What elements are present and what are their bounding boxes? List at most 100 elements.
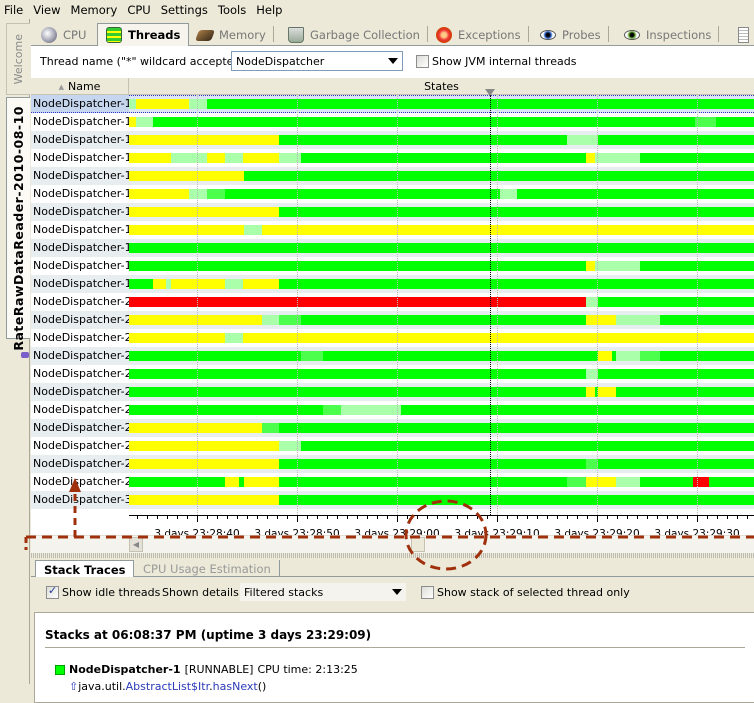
state-segment-waiting [262, 225, 754, 235]
menu-tools[interactable]: Tools [218, 3, 246, 17]
tab-memory[interactable]: Memory [194, 24, 274, 46]
thread-row[interactable]: NodeDispatcher-28 [31, 455, 754, 473]
tab-welcome[interactable]: Welcome [6, 23, 30, 95]
state-segment-io [567, 477, 586, 487]
time-cursor-line[interactable] [490, 95, 491, 527]
thread-row[interactable]: NodeDispatcher-16 [31, 221, 754, 239]
tab-more[interactable] [738, 24, 749, 46]
thread-state-track [129, 315, 754, 325]
thread-name-combo[interactable]: NodeDispatcher [231, 51, 403, 71]
minor-tick [327, 516, 328, 519]
thread-row[interactable]: NodeDispatcher-15 [31, 203, 754, 221]
tab-probes[interactable]: Probes [540, 24, 609, 46]
thread-row[interactable]: NodeDispatcher-21 [31, 329, 754, 347]
thread-row[interactable]: NodeDispatcher-23 [31, 365, 754, 383]
thread-row[interactable]: NodeDispatcher-18 [31, 257, 754, 275]
thread-row[interactable]: NodeDispatcher-20 [31, 311, 754, 329]
tab-session[interactable]: RateRawDataReader-2010-08-10 [6, 97, 30, 358]
tab-cpu-usage-estimation[interactable]: CPU Usage Estimation [135, 560, 280, 578]
minor-tick [607, 516, 608, 519]
thread-name: NodeDispatcher-25 [33, 403, 129, 416]
tab-probes-label: Probes [562, 28, 601, 42]
thread-name: NodeDispatcher-18 [33, 259, 129, 272]
state-segment-waiting [586, 261, 595, 271]
tab-cpu[interactable]: CPU [41, 24, 86, 46]
gridline [697, 95, 698, 515]
state-segment-net-io [129, 99, 136, 109]
state-segment-net-io [341, 405, 401, 415]
tab-inspections[interactable]: Inspections [624, 24, 720, 46]
tab-separator [527, 26, 529, 42]
menu-settings[interactable]: Settings [161, 3, 208, 17]
stack-frame[interactable]: ⇧java.util.AbstractList$Itr.hasNext() [69, 680, 266, 693]
thread-row[interactable]: NodeDispatcher-24 [31, 383, 754, 401]
state-segment-net-io [262, 315, 279, 325]
minor-tick [657, 516, 658, 519]
thread-row[interactable]: NodeDispatcher-12 [31, 149, 754, 167]
minor-tick [267, 516, 268, 519]
thread-row[interactable]: NodeDispatcher-25 [31, 401, 754, 419]
tab-stack-traces[interactable]: Stack Traces [35, 560, 135, 578]
stack-thread-entry[interactable]: NodeDispatcher-1 [RUNNABLE] CPU time: 2:… [55, 663, 358, 676]
thread-filter-bar: Thread name ("*" wildcard accepted): Nod… [31, 47, 754, 75]
thread-row[interactable]: NodeDispatcher-29 [31, 473, 754, 491]
timeline-scrollbar[interactable]: ◀ [31, 535, 754, 553]
show-jvm-threads-checkbox[interactable] [416, 54, 429, 68]
recycle-bin-icon [288, 27, 304, 43]
selected-thread-only-checkbox[interactable] [421, 585, 434, 599]
minor-tick [667, 516, 668, 519]
thread-row[interactable]: NodeDispatcher-13 [31, 167, 754, 185]
menu-help[interactable]: Help [256, 3, 282, 17]
thread-row[interactable]: NodeDispatcher-11 [31, 131, 754, 149]
chevron-down-icon[interactable] [384, 53, 401, 69]
thread-table-header: Name States [31, 78, 754, 95]
thread-row[interactable]: NodeDispatcher-19 [31, 275, 754, 293]
menu-file[interactable]: File [4, 3, 23, 17]
minor-tick [147, 516, 148, 519]
state-segment-runnable [129, 243, 754, 253]
chevron-down-icon[interactable] [388, 584, 405, 600]
state-segment-net-io [616, 315, 660, 325]
thread-row[interactable]: NodeDispatcher-27 [31, 437, 754, 455]
minor-tick [137, 516, 138, 519]
eye-blue-icon [540, 30, 556, 40]
thread-state-track [129, 171, 754, 181]
menu-memory[interactable]: Memory [71, 3, 118, 17]
major-tick [297, 516, 298, 522]
state-segment-runnable [323, 351, 598, 361]
thread-row[interactable]: NodeDispatcher-1 [31, 95, 754, 113]
tab-memory-label: Memory [219, 28, 266, 42]
state-segment-waiting [129, 171, 244, 181]
minor-tick [537, 516, 538, 519]
state-segment-runnable [598, 297, 754, 307]
thread-row[interactable]: NodeDispatcher-17 [31, 239, 754, 257]
stack-options-bar: Show idle threads Shown details: Filtere… [31, 577, 754, 607]
thread-row[interactable]: NodeDispatcher-14 [31, 185, 754, 203]
tab-threads[interactable]: Threads [97, 23, 190, 46]
menu-cpu[interactable]: CPU [127, 3, 150, 17]
show-idle-threads-checkbox[interactable] [46, 584, 59, 599]
menu-view[interactable]: View [33, 3, 60, 17]
tab-separator [272, 26, 274, 42]
name-column-header[interactable]: Name [31, 78, 129, 95]
state-segment-waiting [598, 387, 616, 397]
shown-details-combo[interactable]: Filtered stacks [239, 582, 407, 602]
tab-exceptions[interactable]: Exceptions [436, 24, 529, 46]
scroll-left-button[interactable]: ◀ [129, 537, 143, 552]
thread-state-track [129, 495, 754, 505]
thread-row[interactable]: NodeDispatcher-22 [31, 347, 754, 365]
tab-garbage-collection[interactable]: Garbage Collection [288, 24, 428, 46]
state-segment-io [301, 351, 323, 361]
stack-trace-content: Stacks at 06:08:37 PM (uptime 3 days 23:… [34, 612, 754, 703]
thread-row[interactable]: NodeDispatcher-10 [31, 113, 754, 131]
time-cursor-handle[interactable] [485, 89, 495, 96]
thread-row[interactable]: NodeDispatcher-26 [31, 419, 754, 437]
thread-name: NodeDispatcher-12 [33, 151, 129, 164]
thread-row[interactable]: NodeDispatcher-2 [31, 293, 754, 311]
thread-state-track [129, 243, 754, 253]
scroll-thumb[interactable] [411, 537, 425, 552]
state-segment-runnable [129, 351, 301, 361]
thread-row[interactable]: NodeDispatcher-3 [31, 491, 754, 509]
state-segment-net-io [244, 225, 262, 235]
stack-thread-state: [RUNNABLE] [184, 663, 254, 676]
